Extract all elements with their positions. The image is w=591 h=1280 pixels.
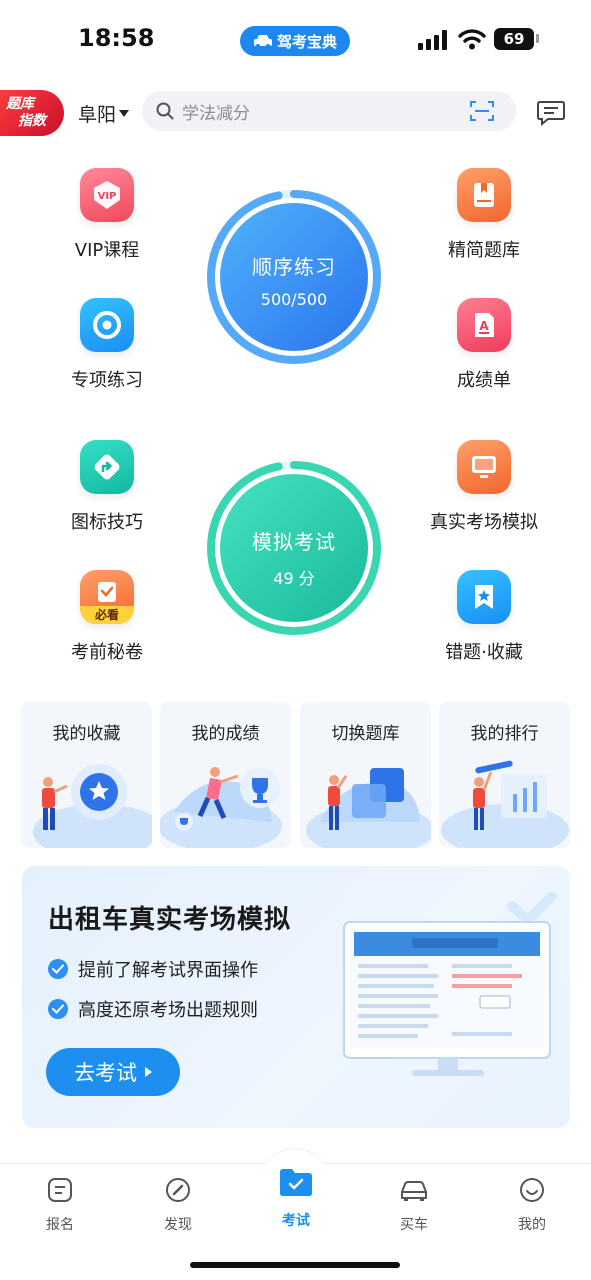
secret-paper-label: 考前秘卷 xyxy=(71,642,143,663)
book-icon xyxy=(457,168,511,222)
secret-paper-entry[interactable]: 必看 考前秘卷 xyxy=(32,570,182,664)
ranking-illustration xyxy=(441,760,569,848)
badge-line-2: 指数 xyxy=(18,113,46,129)
refined-bank-entry[interactable]: 精简题库 xyxy=(409,168,559,262)
play-arrow-icon xyxy=(145,1067,152,1077)
real-exam-sim-label: 真实考场模拟 xyxy=(430,512,538,533)
taxi-exam-sim-banner[interactable]: 出租车真实考场模拟 提前了解考试界面操作 高度还原考场出题规则 去考试 xyxy=(22,866,570,1128)
tab-buy-car[interactable]: 买车 xyxy=(364,1176,464,1234)
signup-icon xyxy=(48,1178,72,1202)
battery-indicator: 69 xyxy=(494,28,534,50)
report-card-entry[interactable]: A 成绩单 xyxy=(409,298,559,392)
badge-line-1: 题库 xyxy=(6,96,34,112)
clipboard-check-icon: 必看 xyxy=(80,570,134,624)
my-favorites-card[interactable]: 我的收藏 xyxy=(21,702,152,848)
compass-icon xyxy=(166,1178,190,1202)
mistakes-favorites-entry[interactable]: 错题·收藏 xyxy=(409,570,559,664)
vip-course-entry[interactable]: VIP VIP课程 xyxy=(32,168,182,262)
exam-computer-illustration xyxy=(343,892,557,1076)
must-see-tag: 必看 xyxy=(80,606,134,624)
turn-sign-icon xyxy=(80,440,134,494)
message-icon[interactable] xyxy=(536,100,566,126)
city-selector[interactable]: 阜阳 xyxy=(78,100,130,127)
my-favorites-label: 我的收藏 xyxy=(52,724,121,744)
tab-signup-label: 报名 xyxy=(46,1217,74,1233)
car-icon xyxy=(253,35,272,48)
check-icon xyxy=(48,999,68,1019)
my-grades-card[interactable]: 我的成绩 xyxy=(160,702,291,848)
check-icon xyxy=(48,959,68,979)
tab-signup[interactable]: 报名 xyxy=(10,1176,110,1234)
banner-point-2-text: 高度还原考场出题规则 xyxy=(78,1000,258,1021)
question-bank-index-badge[interactable]: 题库 指数 xyxy=(0,90,64,136)
app-pill-label: 驾考宝典 xyxy=(276,32,337,51)
vip-course-label: VIP课程 xyxy=(74,240,140,261)
report-card-label: 成绩单 xyxy=(457,370,511,391)
target-icon xyxy=(80,298,134,352)
search-icon xyxy=(156,102,174,120)
grade-report-icon: A xyxy=(457,298,511,352)
banner-point-2: 高度还原考场出题规则 xyxy=(48,996,258,1022)
battery-tip xyxy=(536,34,539,43)
special-practice-entry[interactable]: 专项练习 xyxy=(32,298,182,392)
favorites-illustration xyxy=(33,764,152,848)
exam-folder-check-icon xyxy=(280,1169,312,1196)
tab-discover-label: 发现 xyxy=(164,1217,192,1233)
caret-down-icon xyxy=(119,110,130,117)
mock-score-text: 49 分 xyxy=(273,569,315,588)
my-grades-label: 我的成绩 xyxy=(191,724,260,744)
switch-bank-illustration xyxy=(306,768,431,848)
my-ranking-card[interactable]: 我的排行 xyxy=(439,702,570,848)
svg-text:VIP: VIP xyxy=(98,191,117,202)
grades-illustration xyxy=(160,767,282,848)
app-return-pill[interactable]: 驾考宝典 xyxy=(240,26,350,56)
search-placeholder: 学法减分 xyxy=(182,103,250,124)
search-bar[interactable]: 学法减分 xyxy=(142,91,516,131)
tab-exam-label: 考试 xyxy=(282,1213,310,1229)
banner-title: 出租车真实考场模拟 xyxy=(48,905,292,935)
switch-bank-label: 切换题库 xyxy=(331,724,400,744)
tab-mine[interactable]: 我的 xyxy=(482,1176,582,1234)
cellular-signal-icon xyxy=(418,30,447,50)
mock-title: 模拟考试 xyxy=(252,530,336,554)
monitor-icon xyxy=(457,440,511,494)
banner-point-1-text: 提前了解考试界面操作 xyxy=(78,960,258,981)
car-outline-icon xyxy=(401,1181,427,1201)
my-ranking-label: 我的排行 xyxy=(470,724,539,744)
city-name: 阜阳 xyxy=(78,104,117,126)
svg-text:A: A xyxy=(479,319,489,333)
practice-progress-text: 500/500 xyxy=(260,290,328,309)
tab-discover[interactable]: 发现 xyxy=(128,1176,228,1234)
status-time: 18:58 xyxy=(78,24,155,52)
sequential-practice-button[interactable]: 顺序练习 500/500 xyxy=(206,189,382,365)
tab-exam[interactable]: 考试 xyxy=(246,1166,346,1230)
mistakes-favorites-label: 错题·收藏 xyxy=(445,642,523,663)
icon-tips-entry[interactable]: 图标技巧 xyxy=(32,440,182,534)
tab-mine-label: 我的 xyxy=(518,1217,546,1233)
go-exam-button[interactable]: 去考试 xyxy=(46,1048,180,1096)
special-practice-label: 专项练习 xyxy=(71,370,143,391)
switch-bank-card[interactable]: 切换题库 xyxy=(300,702,431,848)
home-indicator xyxy=(190,1262,400,1268)
scan-icon[interactable] xyxy=(470,100,494,122)
vip-icon: VIP xyxy=(80,168,134,222)
wifi-icon xyxy=(458,29,486,50)
refined-bank-label: 精简题库 xyxy=(448,240,520,261)
tab-buy-car-label: 买车 xyxy=(400,1217,428,1233)
go-exam-label: 去考试 xyxy=(74,1061,137,1085)
icon-tips-label: 图标技巧 xyxy=(71,512,143,533)
practice-title: 顺序练习 xyxy=(252,255,336,279)
bookmark-star-icon xyxy=(457,570,511,624)
banner-point-1: 提前了解考试界面操作 xyxy=(48,956,258,982)
smiley-icon xyxy=(520,1178,544,1202)
mock-exam-button[interactable]: 模拟考试 49 分 xyxy=(206,460,382,636)
real-exam-sim-entry[interactable]: 真实考场模拟 xyxy=(409,440,559,534)
